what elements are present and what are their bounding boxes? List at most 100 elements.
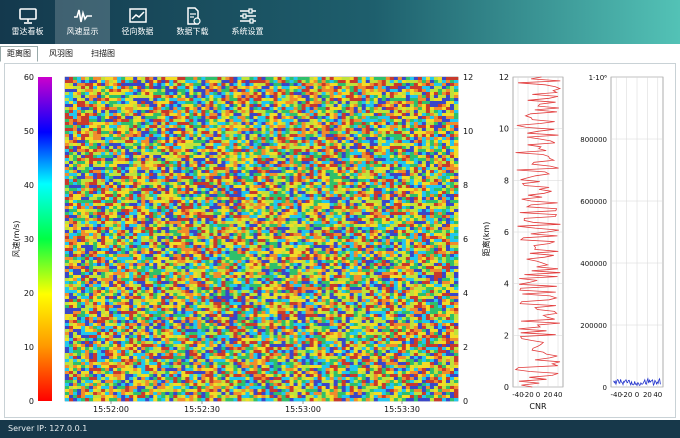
heatmap-cell	[85, 83, 90, 87]
heatmap-cell	[97, 104, 102, 108]
heatmap-cell	[93, 188, 98, 192]
heatmap-cell	[109, 83, 114, 87]
heatmap-cell	[225, 185, 230, 189]
heatmap-cell	[257, 89, 262, 93]
heatmap-cell	[169, 80, 174, 84]
heatmap-cell	[269, 191, 274, 195]
heatmap-cell	[165, 227, 170, 231]
heatmap-cell	[397, 113, 403, 117]
heatmap-cell	[341, 182, 347, 186]
heatmap-cell	[449, 119, 455, 123]
heatmap-cell	[65, 164, 70, 168]
heatmap-cell	[429, 119, 435, 123]
heatmap-cell	[437, 197, 443, 201]
heatmap-cell	[361, 95, 367, 99]
heatmap-cell	[77, 92, 82, 96]
heatmap-cell	[349, 209, 355, 213]
heatmap-cell	[269, 155, 274, 159]
heatmap-cell	[209, 149, 214, 153]
heatmap-cell	[133, 77, 138, 81]
heatmap-cell	[333, 173, 338, 177]
heatmap-cell	[417, 218, 423, 222]
toolbar-btn-wind-display[interactable]: 风速显示	[55, 0, 110, 44]
heatmap-cell	[105, 158, 110, 162]
heatmap-cell	[309, 191, 314, 195]
heatmap-cell	[189, 158, 194, 162]
heatmap-cell	[273, 170, 278, 174]
heatmap-cell	[161, 152, 166, 156]
heatmap-cell	[89, 134, 94, 138]
heatmap-cell	[405, 122, 411, 126]
heatmap-cell	[245, 92, 250, 96]
heatmap-cell	[405, 179, 411, 183]
heatmap-cell	[413, 110, 419, 114]
heatmap-cell	[105, 161, 110, 165]
heatmap-cell	[437, 176, 443, 180]
tab-scan-chart[interactable]: 扫描图	[84, 46, 122, 62]
heatmap-cell	[165, 80, 170, 84]
heatmap-cell	[309, 98, 314, 102]
heatmap-cell	[313, 152, 318, 156]
heatmap-cell	[257, 95, 262, 99]
heatmap-cell	[149, 128, 154, 132]
heatmap-cell	[417, 104, 423, 108]
heatmap-cell	[337, 182, 342, 186]
heatmap-cell	[121, 80, 126, 84]
heatmap-cell	[289, 77, 294, 81]
heatmap-cell	[429, 152, 435, 156]
heatmap-cell	[141, 125, 146, 129]
heatmap-cell	[369, 101, 375, 105]
heatmap-cell	[381, 161, 387, 165]
heatmap-cell	[429, 185, 435, 189]
toolbar-btn-data-download[interactable]: 数据下载	[165, 0, 220, 44]
heatmap-cell	[245, 146, 250, 150]
heatmap-cell	[113, 158, 118, 162]
heatmap-cell	[213, 182, 218, 186]
heatmap-cell	[413, 191, 419, 195]
heatmap-cell	[333, 218, 338, 222]
heatmap-cell	[145, 176, 150, 180]
heatmap-cell	[337, 203, 342, 207]
heatmap-cell	[269, 116, 274, 120]
heatmap-cell	[201, 158, 206, 162]
heatmap-cell	[133, 131, 138, 135]
heatmap-cell	[301, 188, 306, 192]
heatmap-cell	[401, 173, 407, 177]
heatmap-cell	[257, 101, 262, 105]
heatmap-cell	[401, 146, 407, 150]
heatmap-cell	[345, 152, 351, 156]
heatmap-cell	[333, 125, 338, 129]
heatmap-cell	[421, 104, 427, 108]
heatmap-cell	[97, 80, 102, 84]
heatmap-cell	[285, 152, 290, 156]
heatmap-cell	[373, 194, 379, 198]
heatmap-cell	[309, 140, 314, 144]
heatmap-cell	[269, 122, 274, 126]
heatmap-cell	[365, 173, 371, 177]
heatmap-cell	[237, 158, 242, 162]
tab-wind-barb[interactable]: 风羽图	[42, 46, 80, 62]
heatmap-cell	[341, 152, 347, 156]
heatmap-cell	[137, 113, 142, 117]
heatmap-cell	[185, 170, 190, 174]
heatmap-cell	[381, 224, 387, 228]
heatmap-cell	[393, 86, 399, 90]
toolbar-btn-system-settings[interactable]: 系统设置	[220, 0, 275, 44]
heatmap-cell	[121, 119, 126, 123]
heatmap-cell	[117, 167, 122, 171]
heatmap-cell	[149, 104, 154, 108]
heatmap-cell	[201, 95, 206, 99]
heatmap-cell	[257, 170, 262, 174]
heatmap-cell	[429, 77, 435, 81]
heatmap-cell	[113, 164, 118, 168]
heatmap-cell	[129, 164, 134, 168]
toolbar-btn-radar-dashboard[interactable]: 雷达看板	[0, 0, 55, 44]
heatmap-cell	[145, 143, 150, 147]
heatmap-cell	[425, 194, 431, 198]
heatmap-cell	[149, 149, 154, 153]
toolbar-btn-radial-data[interactable]: 径向数据	[110, 0, 165, 44]
tab-range-chart[interactable]: 距离图	[0, 46, 38, 62]
heatmap-cell	[429, 92, 435, 96]
heatmap-cell	[237, 95, 242, 99]
heatmap-cell	[261, 128, 266, 132]
